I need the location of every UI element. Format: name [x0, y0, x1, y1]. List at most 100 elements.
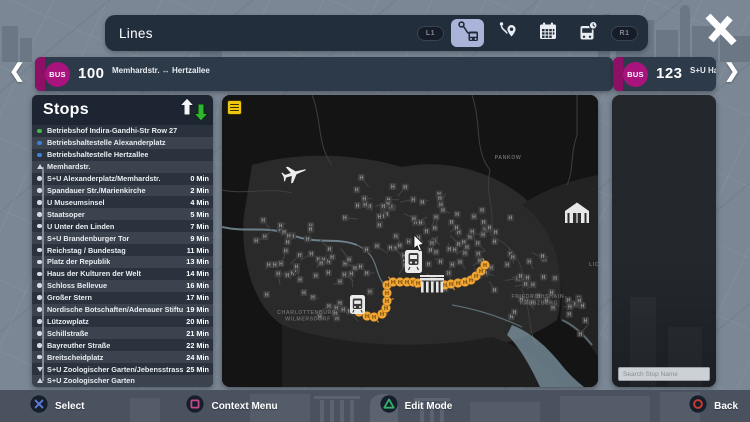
bus-marker-icon [350, 295, 365, 314]
stop-name: U Unter den Linden [47, 222, 114, 231]
stop-row[interactable]: Bayreuther Straße22 Min [32, 339, 213, 351]
svg-text:H: H [479, 269, 483, 275]
calendar-icon [537, 20, 559, 47]
next-line-button[interactable]: ❯ [721, 60, 743, 83]
hint-label: Select [55, 401, 84, 412]
panel-shade [612, 95, 716, 387]
svg-text:H: H [328, 247, 332, 253]
stop-row[interactable]: Spandauer Str./Marienkirche2 Min [32, 185, 213, 197]
stop-row[interactable]: Lützowplatz20 Min [32, 316, 213, 328]
stop-name: Haus der Kulturen der Welt [47, 269, 141, 278]
svg-text:H: H [286, 240, 290, 246]
dot-blue-icon [32, 141, 47, 146]
svg-text:H: H [465, 245, 469, 251]
svg-text:H: H [267, 263, 271, 269]
svg-text:H: H [279, 261, 283, 267]
dot-white-icon [32, 295, 47, 300]
stop-row[interactable]: Großer Stern17 Min [32, 292, 213, 304]
line-color-accent [613, 57, 623, 91]
close-button[interactable] [698, 12, 742, 52]
l1-shoulder-button[interactable]: L1 [417, 26, 444, 41]
svg-text:H: H [298, 277, 302, 283]
tab-lines[interactable] [451, 19, 484, 47]
stop-row[interactable]: U Unter den Linden7 Min [32, 220, 213, 232]
stop-row[interactable]: Betriebshaltestelle Hertzallee [32, 149, 213, 161]
svg-text:H: H [330, 255, 334, 261]
svg-text:H: H [309, 227, 313, 233]
tab-schedule[interactable] [531, 19, 564, 47]
stop-row[interactable]: S+U Zoologischer Garten [32, 375, 213, 387]
hints-left-group: Select Context Menu Edit Mode [30, 390, 452, 422]
hints-right-group: Back [689, 390, 738, 422]
svg-text:H: H [472, 214, 476, 220]
svg-text:H: H [527, 259, 531, 265]
dot-white-icon [32, 188, 47, 193]
svg-text:H: H [439, 259, 443, 265]
svg-text:H: H [365, 314, 369, 320]
map-legend-button[interactable] [227, 100, 242, 115]
svg-text:H: H [480, 208, 484, 214]
scroll-up-icon[interactable] [180, 98, 194, 120]
line-card-next[interactable]: BUS 123 S+U Haupt [613, 57, 716, 91]
stop-eta: 21 Min [183, 329, 209, 338]
stop-row[interactable]: Breitscheidplatz24 Min [32, 351, 213, 363]
stop-row[interactable]: Betriebshaltestelle Alexanderplatz [32, 137, 213, 149]
dot-white-icon [32, 224, 47, 229]
search-stop-input[interactable] [618, 367, 710, 381]
dot-white-icon [32, 176, 47, 181]
stop-row[interactable]: Schillstraße21 Min [32, 327, 213, 339]
svg-text:H: H [568, 305, 572, 311]
svg-text:H: H [451, 262, 455, 268]
dot-white-icon [32, 355, 47, 360]
stop-eta: 4 Min [187, 198, 209, 207]
svg-text:H: H [551, 306, 555, 312]
svg-text:H: H [356, 203, 360, 209]
r1-shoulder-button[interactable]: R1 [611, 26, 638, 41]
cross-button-hint[interactable]: Select [30, 395, 84, 418]
stop-row[interactable]: Schloss Bellevue16 Min [32, 280, 213, 292]
stop-name: Betriebshaltestelle Hertzallee [47, 150, 148, 159]
stop-row[interactable]: S+U Brandenburger Tor9 Min [32, 232, 213, 244]
stop-row[interactable]: Haus der Kulturen der Welt14 Min [32, 268, 213, 280]
svg-text:H: H [385, 299, 389, 305]
stop-row[interactable]: Platz der Republik13 Min [32, 256, 213, 268]
stop-row[interactable]: Reichstag / Bundestag11 Min [32, 244, 213, 256]
svg-text:H: H [381, 204, 385, 210]
square-button-hint[interactable]: Context Menu [186, 395, 277, 418]
stop-name: Platz der Republik [47, 257, 110, 266]
stop-row[interactable]: Nordische Botschaften/Adenauer Stiftung1… [32, 304, 213, 316]
line-card-current[interactable]: BUS 100 Memhardstr. ↔ Hertzallee [35, 57, 613, 91]
tab-routes[interactable] [491, 19, 524, 47]
stop-row[interactable]: Memhardstr. [32, 161, 213, 173]
stop-row[interactable]: Betriebshof Indira-Gandhi-Str Row 27 [32, 125, 213, 137]
svg-text:H: H [360, 175, 364, 181]
prev-line-button[interactable]: ❮ [6, 60, 28, 83]
stop-row[interactable]: S+U Alexanderplatz/Memhardstr.0 Min [32, 173, 213, 185]
tab-timetable[interactable] [571, 19, 604, 47]
scroll-down-icon[interactable] [194, 104, 208, 126]
stop-row[interactable]: U Museumsinsel4 Min [32, 196, 213, 208]
stop-name: S+U Zoologischer Garten [47, 376, 135, 385]
svg-text:H: H [419, 220, 423, 226]
svg-text:H: H [430, 241, 434, 247]
circle-button-hint[interactable]: Back [689, 395, 738, 418]
stop-row[interactable]: Staatsoper5 Min [32, 208, 213, 220]
svg-text:H: H [476, 252, 480, 258]
svg-text:H: H [311, 295, 315, 301]
dot-blue-icon [32, 153, 47, 158]
svg-text:H: H [455, 226, 459, 232]
dot-white-icon [32, 319, 47, 324]
svg-text:H: H [476, 241, 480, 247]
triangle-button-hint[interactable]: Edit Mode [380, 395, 453, 418]
svg-text:PANKOW: PANKOW [495, 155, 522, 161]
svg-text:H: H [416, 281, 420, 287]
svg-text:H: H [427, 262, 431, 268]
stop-row[interactable]: S+U Zoologischer Garten/Jebensstrasse25 … [32, 363, 213, 375]
svg-text:H: H [483, 263, 487, 269]
svg-text:H: H [420, 200, 424, 206]
stop-eta: 16 Min [183, 281, 209, 290]
stop-name: Memhardstr. [47, 162, 90, 171]
map-panel[interactable]: HHHHHHHHHHHHHHHHHHHHHHHHHHHHHHHHHHHHHHHH… [222, 95, 598, 387]
svg-text:H: H [456, 281, 460, 287]
svg-text:H: H [342, 273, 346, 279]
